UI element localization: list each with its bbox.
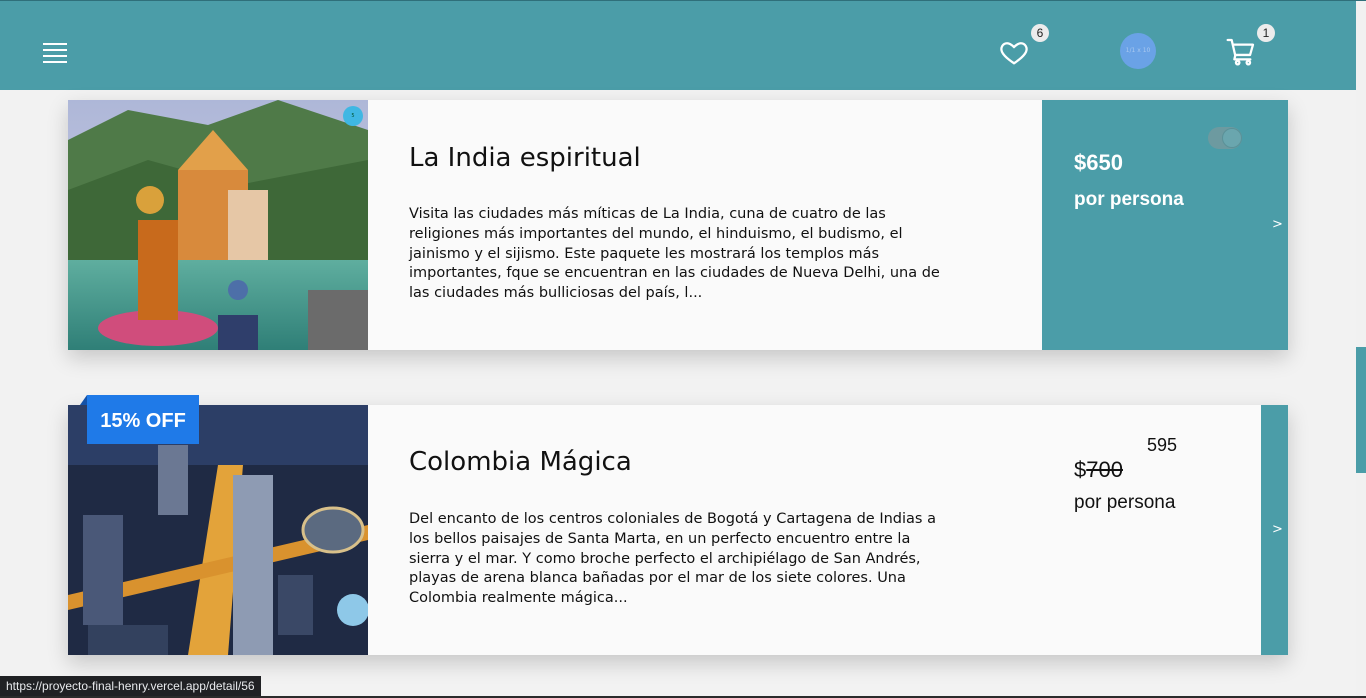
package-price-panel[interactable]: $650 por persona > <box>1042 100 1288 350</box>
browser-status-url: https://proyecto-final-henry.vercel.app/… <box>0 676 261 696</box>
scrollbar-thumb[interactable] <box>1356 347 1366 473</box>
package-description: Visita las ciudades más míticas de La In… <box>409 206 940 302</box>
package-details-strip[interactable]: > <box>1261 405 1288 655</box>
package-card[interactable]: Colombia Mágica Del encanto de los centr… <box>68 405 1288 655</box>
price-currency: $ <box>1074 457 1087 482</box>
package-card[interactable]: 5 La India espiritual Visita las ciudade… <box>68 100 1288 350</box>
provider-logo-icon: 5 <box>343 106 363 126</box>
favorites-count-badge: 6 <box>1031 24 1049 42</box>
chevron-right-icon[interactable]: > <box>1272 522 1283 537</box>
package-title[interactable]: La India espiritual <box>409 143 641 173</box>
per-person-label: por persona <box>1074 189 1184 210</box>
chevron-right-icon[interactable]: > <box>1272 217 1283 232</box>
original-price-value: 700 <box>1086 457 1123 482</box>
cart-count-badge: 1 <box>1257 24 1275 42</box>
heart-icon[interactable] <box>999 37 1029 67</box>
package-title[interactable]: Colombia Mágica <box>409 447 632 477</box>
hamburger-icon[interactable] <box>43 43 67 63</box>
favorite-toggle[interactable] <box>1208 127 1242 149</box>
discount-tag-fold <box>80 395 87 405</box>
package-description: Del encanto de los centros coloniales de… <box>409 511 936 607</box>
package-price: $650 <box>1074 150 1123 175</box>
cart-icon[interactable] <box>1225 36 1257 68</box>
discount-badge: 15% OFF <box>87 395 199 444</box>
discounted-price: 595 <box>1147 435 1178 455</box>
package-image-india <box>68 100 368 350</box>
toggle-knob <box>1222 128 1242 148</box>
user-avatar[interactable]: 1/1 x 10 <box>1120 33 1156 69</box>
per-person-label: por persona <box>1074 492 1176 513</box>
original-price: $700 <box>1074 457 1123 483</box>
